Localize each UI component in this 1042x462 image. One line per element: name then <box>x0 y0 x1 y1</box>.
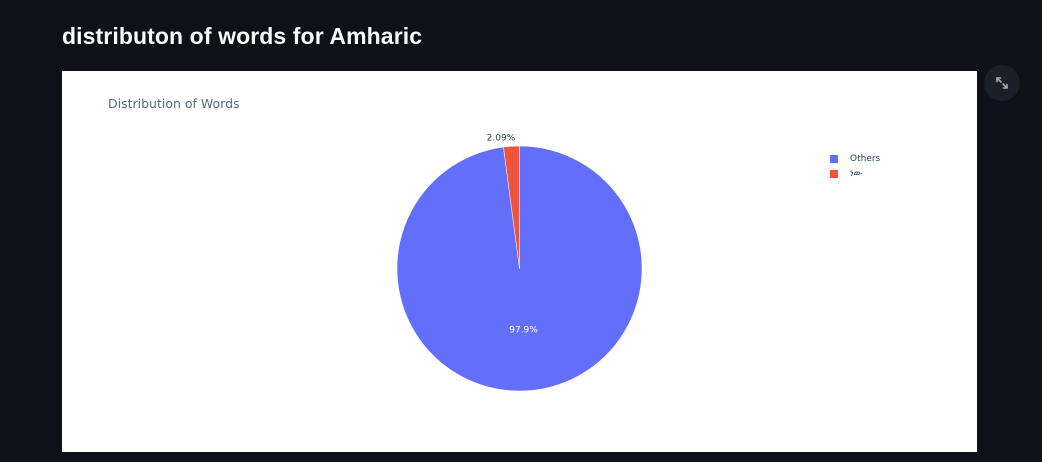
pie-chart: 97.9% 2.09% <box>396 133 643 392</box>
chart-container: 97.9% 2.09% Distribution of Words Others … <box>62 71 977 452</box>
page-title: distributon of words for Amharic <box>62 23 423 49</box>
legend-item-word[interactable]: ነው <box>830 166 880 181</box>
legend-swatch-word <box>830 169 838 178</box>
pie-label-others: 97.9% <box>509 326 538 336</box>
legend-swatch-others <box>830 154 838 163</box>
pie-label-word: 2.09% <box>487 133 516 143</box>
legend-label-others: Others <box>850 153 881 164</box>
chart-title: Distribution of Words <box>108 96 240 111</box>
legend-item-others[interactable]: Others <box>830 151 880 166</box>
chart-legend: Others ነው <box>830 151 880 181</box>
fullscreen-button[interactable] <box>984 65 1020 101</box>
legend-label-word: ነው <box>850 168 863 179</box>
expand-arrows-icon <box>996 77 1008 89</box>
